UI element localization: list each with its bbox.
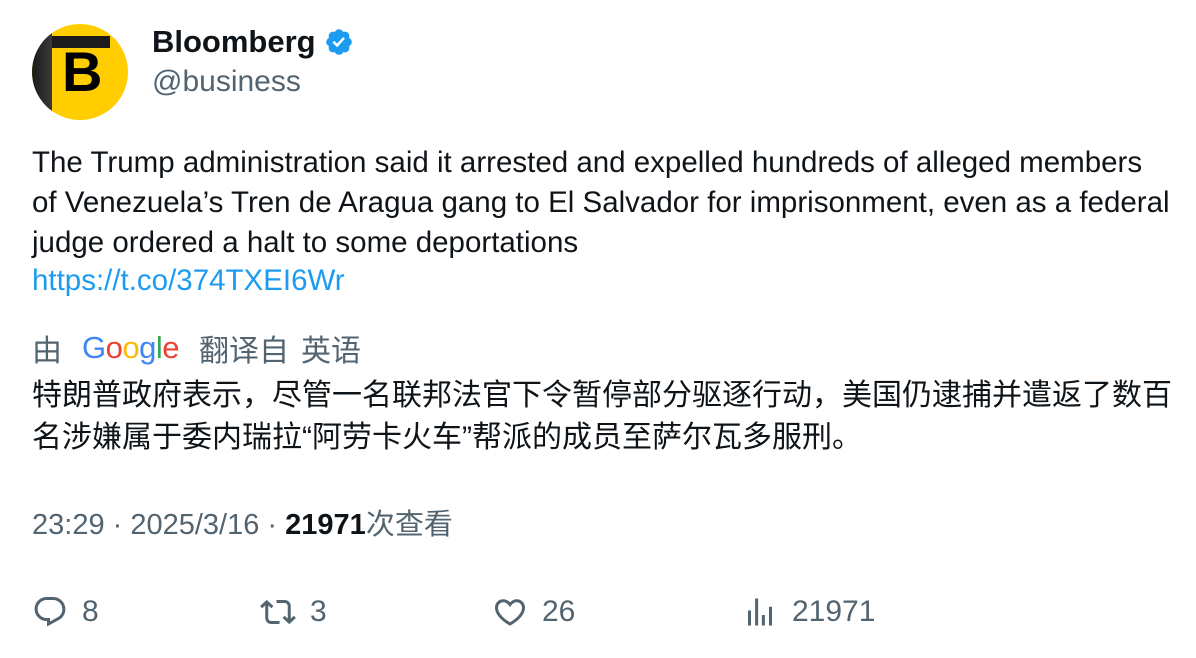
views-button[interactable]: 21971 [742, 592, 875, 632]
avatar[interactable]: B [32, 24, 128, 120]
avatar-letter: B [62, 40, 103, 103]
retweet-icon [260, 599, 296, 625]
author-display-name[interactable]: Bloomberg [152, 22, 316, 62]
heart-icon [494, 599, 526, 626]
reply-button[interactable]: 8 [32, 592, 99, 632]
translated-from-label: 翻译自 [199, 335, 290, 368]
meta-separator-2: · [259, 509, 286, 541]
views-count: 21971 [285, 509, 366, 541]
views-action-count: 21971 [792, 595, 876, 628]
retweet-count: 3 [310, 595, 327, 628]
reply-icon [34, 597, 66, 627]
tweet-text: The Trump administration said it arreste… [32, 146, 1178, 259]
tweet-link[interactable]: https://t.co/374TXEI6Wr [32, 263, 345, 299]
avatar-shade [32, 24, 52, 120]
views-label: 次查看 [365, 509, 453, 541]
author-handle[interactable]: @business [152, 64, 301, 100]
author-name-row: Bloomberg [152, 22, 354, 62]
translation-by-label: 由 [32, 335, 62, 368]
translated-text: 特朗普政府表示，尽管一名联邦法官下令暂停部分驱逐行动，美国仍逮捕并遣返了数百名涉… [32, 379, 1172, 454]
tweet-meta: 23:29 · 2025/3/16 · 21971次查看 [32, 505, 453, 545]
verified-badge-icon[interactable] [324, 27, 354, 57]
tweet-date[interactable]: 2025/3/16 [130, 509, 259, 541]
google-logo[interactable]: Google [82, 330, 180, 366]
retweet-button[interactable]: 3 [260, 592, 327, 632]
views-chart-icon [748, 598, 772, 626]
like-count: 26 [542, 595, 576, 628]
reply-count: 8 [82, 595, 99, 628]
source-language: 英语 [301, 335, 362, 368]
like-button[interactable]: 26 [492, 592, 575, 632]
translation-attribution: 由 Google 翻译自 英语 [32, 328, 361, 368]
meta-separator: · [104, 509, 131, 541]
tweet-time[interactable]: 23:29 [32, 509, 105, 541]
